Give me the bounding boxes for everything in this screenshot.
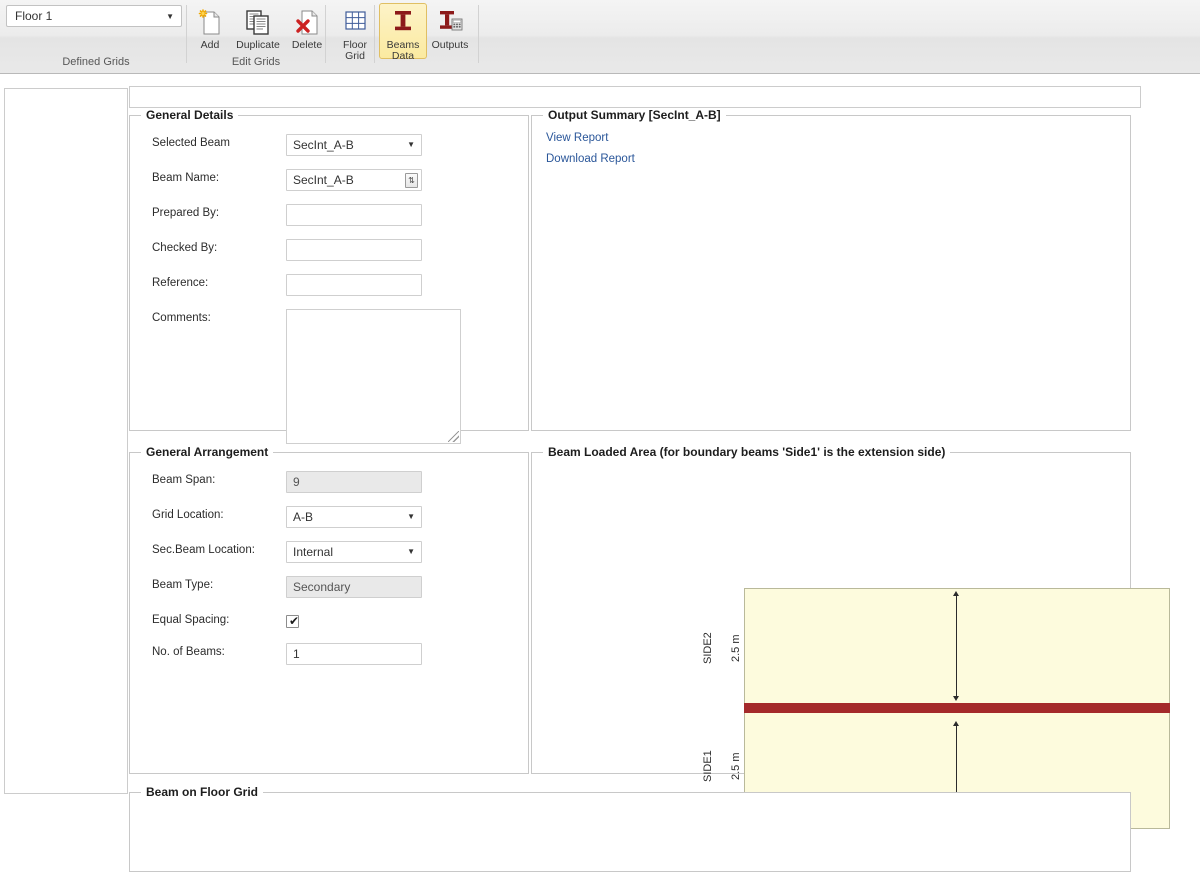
grid-location-select-wrap: A-B ▼: [286, 506, 422, 528]
ribbon-group-label: Defined Grids: [62, 56, 130, 68]
equal-spacing-checkbox-wrap: ✔: [286, 611, 422, 633]
prepared-by-row: Prepared By:: [130, 204, 528, 226]
equal-spacing-checkbox[interactable]: ✔: [286, 614, 300, 628]
general-details-group: General Details Selected Beam SecInt_A-B…: [129, 108, 529, 444]
beam-span-input-wrap: 9: [286, 471, 422, 493]
selected-beam-label: Selected Beam: [152, 137, 230, 149]
chevron-down-icon: ▼: [407, 512, 415, 521]
ribbon-separator: [325, 5, 326, 63]
reference-input[interactable]: [286, 274, 422, 296]
view-report-link[interactable]: View Report: [546, 132, 608, 144]
beam-on-floor-grid-title: Beam on Floor Grid: [141, 785, 264, 799]
main-content: General Details Selected Beam SecInt_A-B…: [120, 86, 1196, 872]
checked-by-row: Checked By:: [130, 239, 528, 261]
beams-data-button-label: Beams Data: [386, 39, 420, 62]
beam-name-label: Beam Name:: [152, 172, 220, 184]
beam-type-input-wrap: Secondary: [286, 576, 422, 598]
selected-beam-value: SecInt_A-B: [293, 138, 354, 152]
grid-location-value: A-B: [293, 510, 314, 524]
sec-beam-location-select-wrap: Internal ▼: [286, 541, 422, 563]
ribbon-separator: [478, 5, 479, 63]
reference-row: Reference:: [130, 274, 528, 296]
grid-location-row: Grid Location: A-B ▼: [130, 506, 528, 528]
selected-beam-select[interactable]: SecInt_A-B ▼: [286, 134, 422, 156]
reference-label: Reference:: [152, 277, 209, 289]
sec-beam-location-label: Sec.Beam Location:: [152, 544, 255, 556]
left-sidebar-panel: [4, 88, 128, 794]
output-summary-title: Output Summary [SecInt_A-B]: [543, 108, 726, 122]
sec-beam-location-value: Internal: [293, 545, 334, 559]
dimension-line-side2: [956, 595, 957, 697]
general-arrangement-title: General Arrangement: [141, 445, 274, 459]
beam-name-value: SecInt_A-B: [293, 173, 354, 187]
check-icon: ✔: [289, 614, 300, 628]
comments-textarea[interactable]: [286, 309, 461, 444]
outputs-button[interactable]: Outputs: [422, 3, 478, 59]
selected-beam-select-wrap: SecInt_A-B ▼: [286, 134, 422, 156]
side2-dimension-label: 2.5 m: [730, 634, 742, 662]
beam-element: [744, 703, 1170, 713]
floor-grid-button[interactable]: Floor Grid: [331, 3, 379, 62]
checked-by-label: Checked By:: [152, 242, 218, 254]
beam-on-floor-grid-group: Beam on Floor Grid: [129, 785, 1131, 872]
grid-location-label: Grid Location:: [152, 509, 224, 521]
outputs-button-label: Outputs: [431, 39, 469, 51]
side2-name-label: SIDE2: [702, 632, 714, 664]
beam-loaded-area-group: Beam Loaded Area (for boundary beams 'Si…: [531, 445, 1170, 829]
ribbon-toolbar: Floor 1 ▼ Defined Grids Add Duplicate De…: [0, 0, 1200, 74]
loaded-area-side2: [744, 588, 1170, 705]
top-strip-panel: [129, 86, 1141, 108]
arrowhead-down-icon: [953, 696, 959, 701]
resize-grip-icon[interactable]: [448, 431, 459, 442]
arrowhead-up-icon: [953, 591, 959, 596]
reference-input-wrap: [286, 274, 422, 296]
beam-name-row: Beam Name: SecInt_A-B ⇅: [130, 169, 528, 191]
chevron-down-icon: ▼: [407, 140, 415, 149]
beam-type-label: Beam Type:: [152, 579, 214, 591]
i-beam-calculator-icon: [434, 8, 466, 38]
no-of-beams-label: No. of Beams:: [152, 646, 225, 658]
ribbon-group-label: Edit Grids: [231, 56, 281, 68]
ribbon-group-defined-grids: Defined Grids: [6, 0, 186, 74]
no-of-beams-input[interactable]: 1: [286, 643, 422, 665]
sec-beam-location-select[interactable]: Internal ▼: [286, 541, 422, 563]
general-details-title: General Details: [141, 108, 239, 122]
spinner-icon[interactable]: ⇅: [405, 173, 418, 188]
beam-loaded-area-diagram: SIDE2 2.5 m SIDE1 2.5 m: [532, 453, 1170, 829]
prepared-by-input-wrap: [286, 204, 422, 226]
checked-by-input[interactable]: [286, 239, 422, 261]
general-arrangement-group: General Arrangement Beam Span: 9 Grid Lo…: [129, 445, 529, 774]
beam-name-input[interactable]: SecInt_A-B ⇅: [286, 169, 422, 191]
no-of-beams-row: No. of Beams: 1: [130, 643, 528, 665]
prepared-by-label: Prepared By:: [152, 207, 220, 219]
beam-name-input-wrap: SecInt_A-B ⇅: [286, 169, 422, 191]
ribbon-group-edit-grids: Edit Grids: [187, 0, 325, 74]
chevron-down-icon: ▼: [407, 547, 415, 556]
prepared-by-input[interactable]: [286, 204, 422, 226]
beam-type-input: Secondary: [286, 576, 422, 598]
checked-by-input-wrap: [286, 239, 422, 261]
no-of-beams-input-wrap: 1: [286, 643, 422, 665]
ribbon-separator: [374, 5, 375, 63]
grid-location-select[interactable]: A-B ▼: [286, 506, 422, 528]
download-report-link[interactable]: Download Report: [546, 153, 635, 165]
output-summary-group: Output Summary [SecInt_A-B] View Report …: [531, 108, 1131, 431]
beams-data-button[interactable]: Beams Data: [379, 3, 427, 62]
equal-spacing-label: Equal Spacing:: [152, 614, 230, 626]
beam-type-row: Beam Type: Secondary: [130, 576, 528, 598]
beam-span-input: 9: [286, 471, 422, 493]
beam-span-row: Beam Span: 9: [130, 471, 528, 493]
i-beam-icon: [387, 8, 419, 38]
selected-beam-row: Selected Beam SecInt_A-B ▼: [130, 134, 528, 156]
beam-span-label: Beam Span:: [152, 474, 216, 486]
grid-icon: [339, 8, 371, 38]
equal-spacing-row: Equal Spacing: ✔: [130, 611, 528, 633]
arrowhead-up-icon: [953, 721, 959, 726]
comments-label: Comments:: [152, 312, 211, 324]
floor-grid-button-label: Floor Grid: [343, 39, 367, 62]
sec-beam-location-row: Sec.Beam Location: Internal ▼: [130, 541, 528, 563]
